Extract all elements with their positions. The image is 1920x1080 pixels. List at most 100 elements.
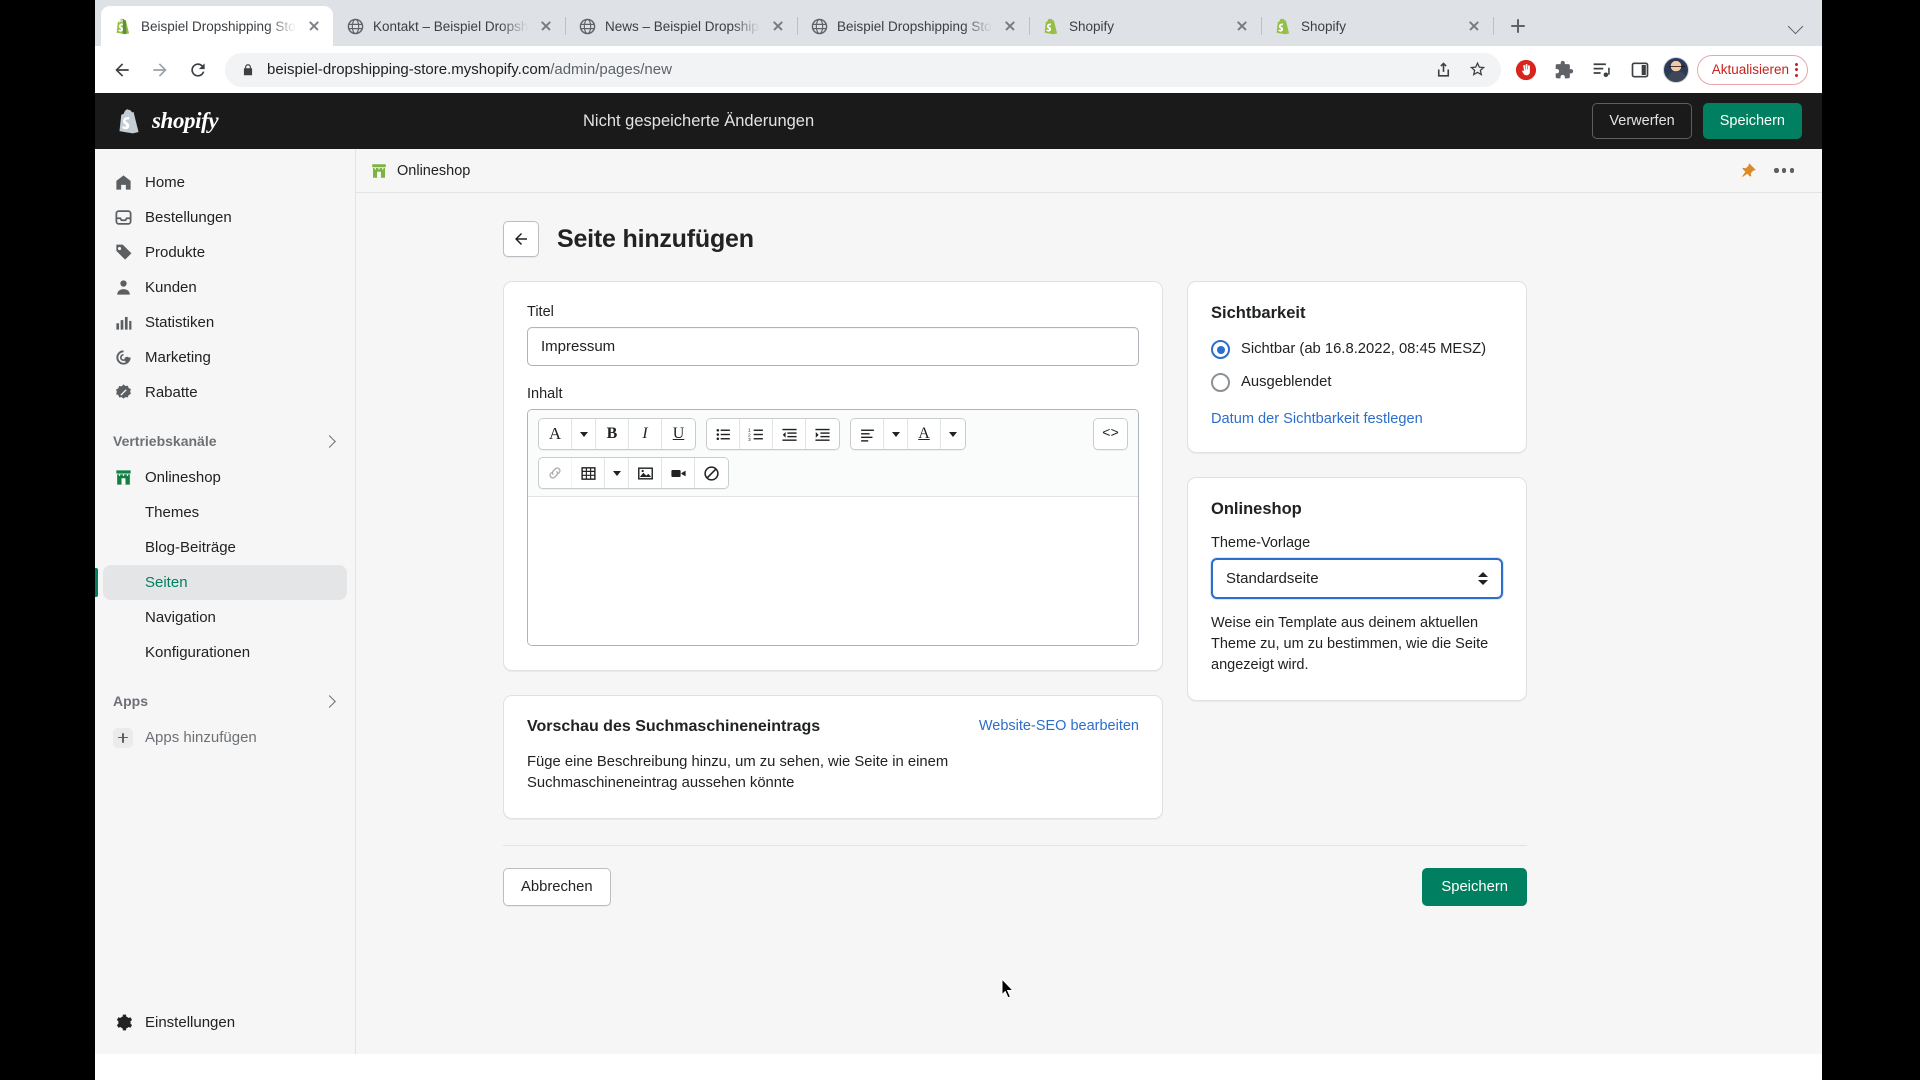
discard-button[interactable]: Verwerfen [1592,103,1692,139]
sidebar-item-analytics[interactable]: Statistiken [103,305,347,340]
update-browser-button[interactable]: Aktualisieren [1696,54,1808,85]
browser-tab[interactable]: Kontakt – Beispiel Dropshipping Store [333,6,566,46]
sidebar-group-apps[interactable]: Apps [103,684,347,718]
underline-button[interactable]: U [662,419,695,449]
chevron-right-icon[interactable] [323,694,337,708]
seo-placeholder-text: Füge eine Beschreibung hinzu, um zu sehe… [527,754,949,792]
tab-title: Kontakt – Beispiel Dropshipping Store [373,18,528,34]
visibility-hidden-label: Ausgeblendet [1241,374,1332,390]
insert-image-button[interactable] [629,458,662,488]
sidebar-item-marketing[interactable]: Marketing [103,340,347,375]
browser-tab[interactable]: Shopify [1029,6,1262,46]
close-icon[interactable] [1465,17,1483,35]
browser-tab[interactable]: Beispiel Dropshipping Store [797,6,1030,46]
edit-website-seo-link[interactable]: Website-SEO bearbeiten [979,718,1139,734]
theme-template-value: Standardseite [1226,570,1319,587]
sidebar-item-label: Marketing [145,349,211,366]
back-arrow-icon[interactable] [105,53,139,87]
more-menu-icon[interactable] [1795,61,1799,79]
numbered-list-button[interactable]: 123 [740,419,773,449]
editor-toolbar-row-1: A B I U 1 2 3 A <> [538,418,1128,450]
primary-column: Titel Inhalt A [503,281,1527,907]
side-panel-icon[interactable] [1625,55,1655,85]
sidebar-item-blog-posts[interactable]: Blog-Beiträge [103,530,347,565]
shopify-logo[interactable]: shopify [117,107,367,136]
align-button[interactable] [851,419,884,449]
puzzle-icon[interactable] [1549,55,1579,85]
browser-tab[interactable]: News – Beispiel Dropshipping Store [565,6,798,46]
home-icon [113,173,133,193]
star-icon[interactable] [1467,59,1489,81]
avatar[interactable] [1662,56,1689,83]
sidebar-item-pages[interactable]: Seiten [95,565,347,600]
sidebar-item-customers[interactable]: Kunden [103,270,347,305]
save-button[interactable]: Speichern [1702,103,1802,139]
close-icon[interactable] [1001,17,1019,35]
share-icon[interactable] [1433,59,1455,81]
close-icon[interactable] [769,17,787,35]
title-input[interactable] [527,327,1139,366]
chevron-down-icon [891,431,900,437]
set-visibility-date-link[interactable]: Datum der Sichtbarkeit festlegen [1211,411,1423,427]
radio-visible[interactable] [1211,340,1230,359]
bold-button[interactable]: B [596,419,629,449]
text-color-button[interactable]: A [908,419,941,449]
format-style-button[interactable]: A [539,419,572,449]
align-caret[interactable] [884,419,908,449]
format-style-caret[interactable] [572,419,596,449]
chevron-down-icon[interactable] [1786,16,1806,36]
forward-arrow-icon[interactable] [143,53,177,87]
italic-button[interactable]: I [629,419,662,449]
outdent-button[interactable] [773,419,806,449]
code-view-group: <> [1093,418,1128,450]
chevron-down-icon [949,431,957,437]
back-button[interactable] [503,221,539,257]
content-editor-canvas[interactable] [528,497,1138,645]
browser-window: Beispiel Dropshipping Store Kontakt – Be… [95,0,1822,1080]
save-button-footer[interactable]: Speichern [1422,868,1527,907]
text-color-caret[interactable] [941,419,965,449]
visibility-option-visible[interactable]: Sichtbar (ab 16.8.2022, 08:45 MESZ) [1211,339,1503,360]
close-icon[interactable] [1233,17,1251,35]
reload-icon[interactable] [181,53,215,87]
new-tab-button[interactable] [1501,9,1535,43]
insert-table-caret[interactable] [605,458,629,488]
sidebar-item-orders[interactable]: Bestellungen [103,200,347,235]
adblock-icon[interactable] [1511,55,1541,85]
insert-video-button[interactable] [662,458,695,488]
more-dots-icon[interactable] [1774,168,1794,173]
media-list-icon[interactable] [1587,55,1617,85]
radio-hidden[interactable] [1211,373,1230,392]
sidebar-item-home[interactable]: Home [103,165,347,200]
indent-button[interactable] [806,419,839,449]
clear-formatting-button[interactable] [695,458,728,488]
sidebar-item-online-store[interactable]: Onlineshop [103,460,347,495]
page-title: Seite hinzufügen [557,224,754,253]
sidebar-item-navigation[interactable]: Navigation [103,600,347,635]
page-details-card: Titel Inhalt A [503,281,1163,671]
bulleted-list-button[interactable] [707,419,740,449]
address-bar[interactable]: beispiel-dropshipping-store.myshopify.co… [225,52,1501,87]
insert-table-button[interactable] [572,458,605,488]
sidebar-item-settings[interactable]: Einstellungen [103,1005,347,1040]
pin-icon[interactable] [1739,162,1757,179]
visibility-option-hidden[interactable]: Ausgeblendet [1211,372,1503,393]
theme-template-select[interactable]: Standardseite [1211,558,1503,599]
chevron-right-icon[interactable] [323,434,337,448]
sidebar-item-label: Onlineshop [145,469,221,486]
show-html-button[interactable]: <> [1094,419,1127,449]
tag-icon [113,243,133,263]
close-icon[interactable] [537,17,555,35]
seo-header: Vorschau des Suchmaschineneintrags Websi… [527,718,1139,736]
sidebar-item-add-apps[interactable]: Apps hinzufügen [103,720,347,755]
sidebar-item-discounts[interactable]: Rabatte [103,375,347,410]
browser-tab[interactable]: Beispiel Dropshipping Store [101,6,333,46]
cancel-button[interactable]: Abbrechen [503,868,611,907]
sidebar-item-products[interactable]: Produkte [103,235,347,270]
sidebar-group-channels[interactable]: Vertriebskanäle [103,424,347,458]
browser-tab[interactable]: Shopify [1261,6,1494,46]
sidebar-item-themes[interactable]: Themes [103,495,347,530]
unsaved-changes-message: Nicht gespeicherte Änderungen [583,111,815,130]
close-icon[interactable] [305,17,323,35]
sidebar-item-preferences[interactable]: Konfigurationen [103,635,347,670]
